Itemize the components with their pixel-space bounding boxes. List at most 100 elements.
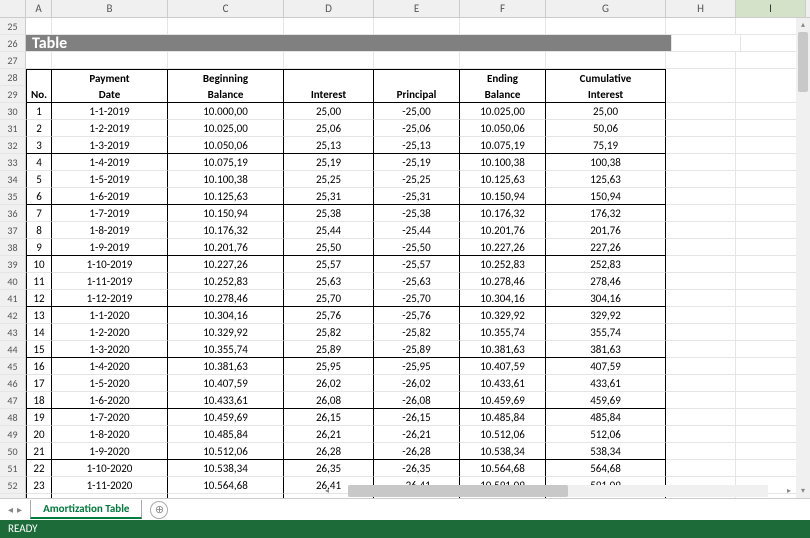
cell[interactable]: 25,50 [284, 239, 374, 256]
cell[interactable] [666, 69, 736, 86]
cell[interactable]: 26,08 [284, 392, 374, 409]
cell[interactable]: 26,28 [284, 443, 374, 460]
cell[interactable]: 10.407,59 [460, 358, 546, 375]
cell[interactable]: 10.329,92 [460, 307, 546, 324]
col-header-G[interactable]: G [546, 0, 666, 17]
cell[interactable]: -25,95 [374, 358, 460, 375]
cell[interactable]: 10.459,69 [460, 392, 546, 409]
cell[interactable] [374, 52, 460, 69]
row-header-31[interactable]: 31 [0, 120, 26, 137]
cell[interactable] [666, 18, 736, 35]
cell[interactable] [666, 460, 736, 477]
hscroll-thumb[interactable] [348, 485, 568, 497]
cell[interactable]: -25,13 [374, 137, 460, 154]
cell[interactable]: 26,02 [284, 375, 374, 392]
cell[interactable]: 10 [26, 256, 52, 273]
cell[interactable]: -25,89 [374, 341, 460, 358]
cell[interactable]: 10.075,19 [460, 137, 546, 154]
cell[interactable] [666, 273, 736, 290]
cell[interactable]: 1-11-2019 [52, 273, 168, 290]
cell[interactable]: 25,00 [546, 103, 666, 120]
cell[interactable]: 10.355,74 [460, 324, 546, 341]
row-header-46[interactable]: 46 [0, 375, 26, 392]
cell[interactable]: 10.433,61 [168, 392, 284, 409]
vertical-scrollbar[interactable]: ▴ ▾ [796, 18, 810, 498]
cell[interactable]: 25,95 [284, 358, 374, 375]
cell[interactable]: 1-1-2020 [52, 307, 168, 324]
cell[interactable]: 10.304,16 [460, 290, 546, 307]
cell[interactable] [52, 52, 168, 69]
cell[interactable] [460, 52, 546, 69]
cell[interactable]: 6 [26, 188, 52, 205]
cell[interactable]: 25,82 [284, 324, 374, 341]
cell[interactable]: 11 [26, 273, 52, 290]
cell[interactable]: 19 [26, 409, 52, 426]
tab-nav-prev-icon[interactable]: ◂ [8, 503, 13, 516]
cell[interactable]: 10.100,38 [168, 171, 284, 188]
cell[interactable] [52, 18, 168, 35]
cell[interactable]: -25,63 [374, 273, 460, 290]
cell[interactable] [666, 120, 736, 137]
cell[interactable]: 1-8-2019 [52, 222, 168, 239]
cell[interactable]: 10.025,00 [168, 120, 284, 137]
cell[interactable]: Principal [374, 86, 460, 103]
cell[interactable]: 21 [26, 443, 52, 460]
cell[interactable]: 5 [26, 171, 52, 188]
row-header-50[interactable]: 50 [0, 443, 26, 460]
cell[interactable]: 10.355,74 [168, 341, 284, 358]
cell[interactable] [666, 392, 736, 409]
cell[interactable] [374, 69, 460, 86]
col-header-B[interactable]: B [52, 0, 168, 17]
cell[interactable]: 10.564,68 [460, 460, 546, 477]
cell[interactable]: 26,35 [284, 460, 374, 477]
row-header-37[interactable]: 37 [0, 222, 26, 239]
cell[interactable]: 1-3-2020 [52, 341, 168, 358]
cell[interactable]: 10.075,19 [168, 154, 284, 171]
cell[interactable] [168, 52, 284, 69]
cell[interactable]: 22 [26, 460, 52, 477]
cell[interactable]: 1-10-2020 [52, 460, 168, 477]
cell[interactable]: 485,84 [546, 409, 666, 426]
cell[interactable]: 1-8-2020 [52, 426, 168, 443]
cell[interactable]: 1-12-2019 [52, 290, 168, 307]
cell[interactable]: 433,61 [546, 375, 666, 392]
cell[interactable]: 18 [26, 392, 52, 409]
cell[interactable]: 10.485,84 [460, 409, 546, 426]
cell[interactable]: 1-10-2019 [52, 256, 168, 273]
cell[interactable]: -26,02 [374, 375, 460, 392]
cell[interactable]: -26,28 [374, 443, 460, 460]
row-header-39[interactable]: 39 [0, 256, 26, 273]
cell[interactable]: 23 [26, 477, 52, 494]
sheet-tab-amortization[interactable]: Amortization Table [30, 500, 142, 519]
row-header-44[interactable]: 44 [0, 341, 26, 358]
cell[interactable]: 50,06 [546, 120, 666, 137]
cell[interactable]: 10.201,76 [168, 239, 284, 256]
scroll-right-arrow[interactable]: ▸ [782, 486, 796, 496]
cell[interactable] [666, 205, 736, 222]
cell[interactable]: 252,83 [546, 256, 666, 273]
row-header-45[interactable]: 45 [0, 358, 26, 375]
cell[interactable]: 10.485,84 [168, 426, 284, 443]
cell[interactable]: 25,00 [284, 103, 374, 120]
cell[interactable] [666, 358, 736, 375]
cell[interactable]: 459,69 [546, 392, 666, 409]
cell[interactable]: 1-5-2019 [52, 171, 168, 188]
cell[interactable] [666, 52, 736, 69]
cell[interactable]: 1-3-2019 [52, 137, 168, 154]
cell[interactable] [460, 18, 546, 35]
cell[interactable]: 8 [26, 222, 52, 239]
cell[interactable]: 10.176,32 [168, 222, 284, 239]
cell[interactable]: 1 [26, 103, 52, 120]
cell[interactable]: -25,76 [374, 307, 460, 324]
cell[interactable]: 10.538,34 [168, 460, 284, 477]
cell[interactable] [666, 290, 736, 307]
vscroll-thumb[interactable] [798, 32, 808, 92]
cell[interactable]: 10.278,46 [460, 273, 546, 290]
cell[interactable] [666, 307, 736, 324]
cell[interactable]: 25,89 [284, 341, 374, 358]
row-header-41[interactable]: 41 [0, 290, 26, 307]
row-header-30[interactable]: 30 [0, 103, 26, 120]
cell[interactable]: 10.278,46 [168, 290, 284, 307]
cell[interactable]: 75,19 [546, 137, 666, 154]
cell[interactable]: 10.150,94 [168, 205, 284, 222]
